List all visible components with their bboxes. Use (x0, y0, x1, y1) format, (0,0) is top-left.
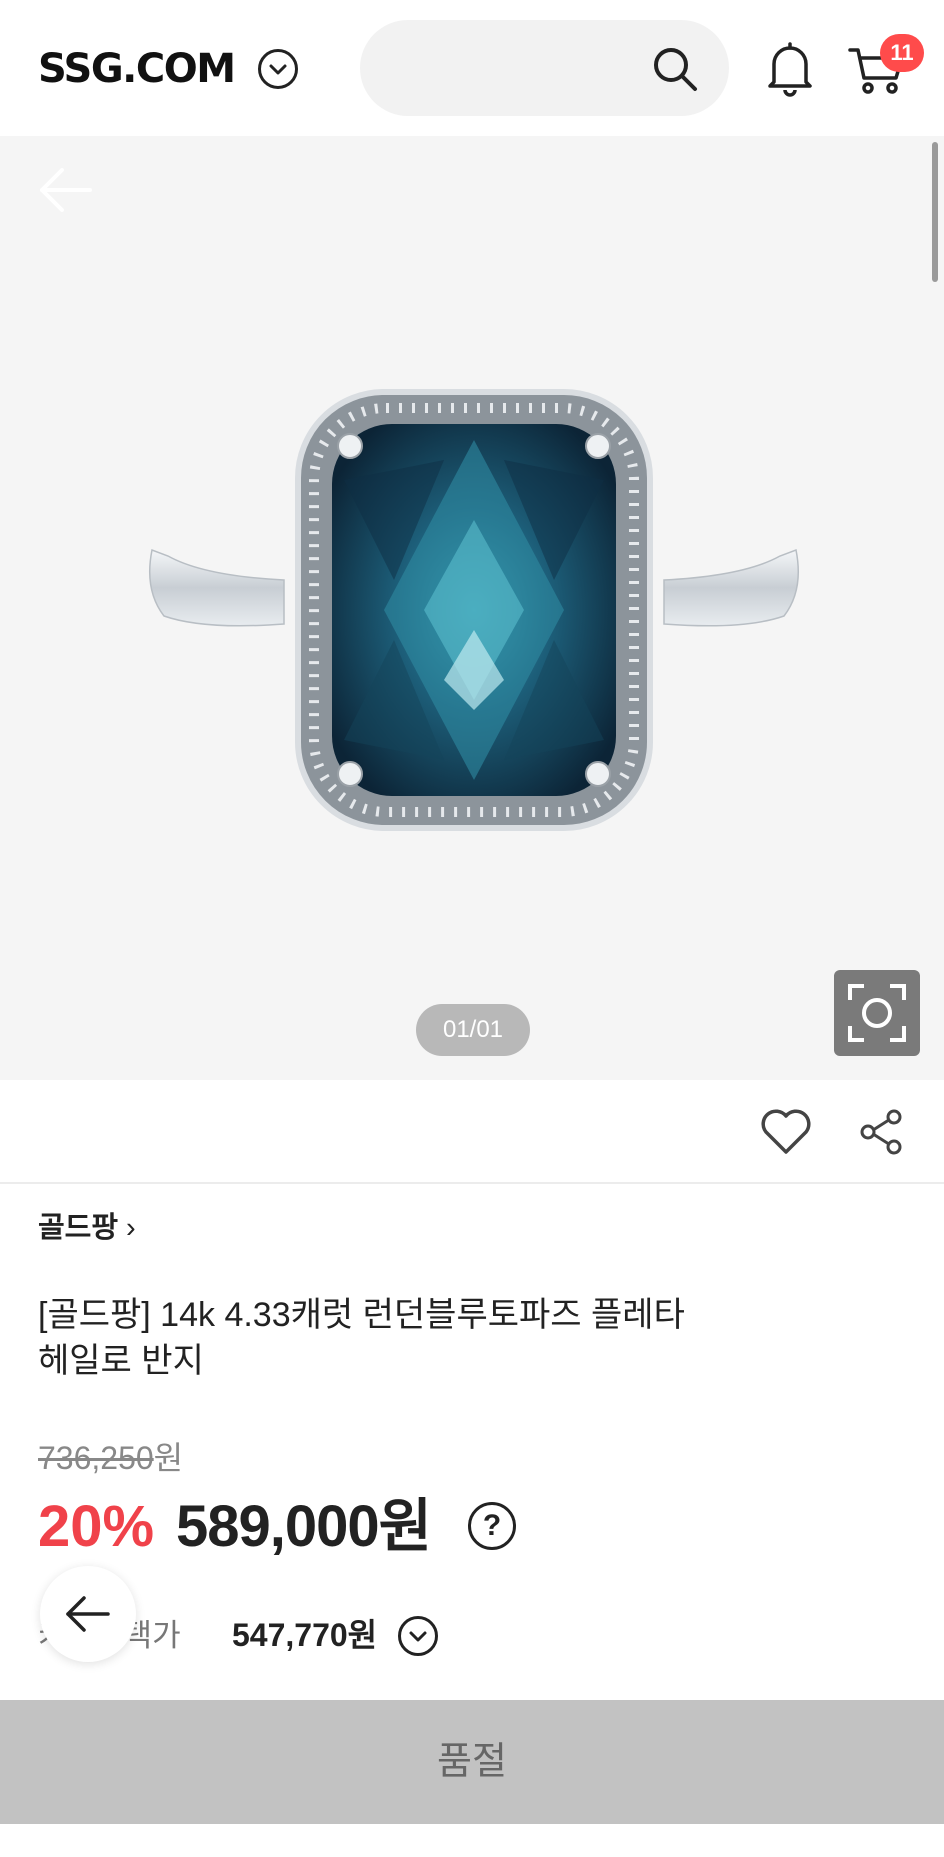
product-title-line1: [골드팡] 14k 4.33캐럿 런던블루토파즈 플레타 (38, 1296, 685, 1334)
original-price-unit: 원 (153, 1440, 184, 1476)
chevron-right-icon: › (126, 1212, 136, 1244)
help-icon[interactable]: ? (468, 1502, 516, 1550)
floating-back-button[interactable] (40, 1566, 136, 1662)
camera-search-icon[interactable] (834, 970, 920, 1056)
search-icon[interactable] (652, 46, 698, 92)
chevron-down-icon[interactable] (258, 49, 298, 89)
original-price-value: 736,250 (38, 1440, 154, 1476)
discount-rate: 20% (38, 1494, 155, 1559)
brand-link[interactable]: 골드팡 › (38, 1210, 136, 1246)
cart-count-badge: 11 (880, 34, 924, 72)
scrollbar[interactable] (932, 142, 938, 282)
chevron-down-icon[interactable] (398, 1616, 438, 1656)
original-price: 736,250원 (38, 1438, 183, 1478)
image-pager: 01/01 (416, 1004, 530, 1056)
bottom-safe-area (0, 1824, 944, 1857)
back-arrow-icon (66, 1596, 110, 1632)
top-header: SSG.COM 11 (0, 0, 944, 136)
bell-icon[interactable] (764, 40, 816, 98)
card-benefit-price: 547,770원 (232, 1617, 378, 1653)
back-arrow-icon[interactable] (38, 166, 94, 214)
share-icon[interactable] (858, 1108, 904, 1156)
product-image (149, 389, 799, 831)
site-logo[interactable]: SSG.COM (38, 44, 236, 94)
brand-name: 골드팡 (38, 1212, 119, 1244)
soldout-button[interactable]: 품절 (0, 1700, 944, 1824)
heart-icon[interactable] (760, 1108, 812, 1156)
product-title: [골드팡] 14k 4.33캐럿 런던블루토파즈 플레타 헤일로 반지 (38, 1292, 798, 1384)
product-title-line2: 헤일로 반지 (38, 1342, 204, 1380)
sale-price: 589,000원 (176, 1494, 432, 1559)
